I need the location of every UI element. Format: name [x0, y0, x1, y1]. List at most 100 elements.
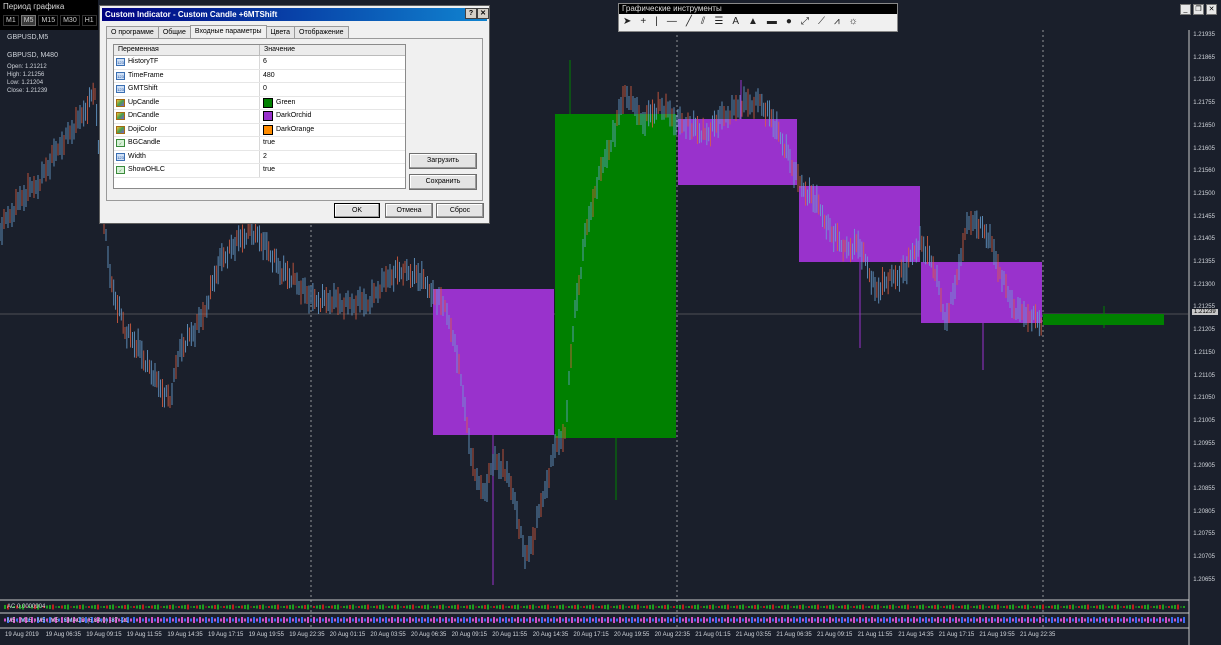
ok-button[interactable]: OK [334, 203, 380, 218]
restore-button[interactable]: ❐ [1193, 4, 1204, 15]
ac-bar [364, 605, 366, 609]
macd-bar [820, 618, 822, 622]
ac-bar [850, 606, 852, 608]
param-value[interactable]: DarkOrange [276, 124, 314, 137]
grid-row-bgcandle[interactable]: ✓ BGCandle true [114, 137, 405, 151]
cancel-button[interactable]: Отмена [385, 203, 433, 218]
fibo-fan-icon[interactable]: ⟋ [818, 16, 825, 27]
ac-bar [619, 605, 621, 609]
time-axis-label: 20 Aug 14:35 [532, 632, 569, 638]
macd-bar [256, 618, 258, 622]
param-value[interactable]: Green [276, 97, 295, 110]
vertical-line-icon[interactable]: | [655, 16, 658, 27]
macd-bar [220, 618, 222, 622]
macd-bar [913, 617, 915, 623]
ac-bar [367, 604, 369, 610]
ac-bar [271, 605, 273, 609]
arrow-icon[interactable]: ⤢ [801, 16, 809, 27]
ac-bar [70, 606, 72, 608]
param-value[interactable]: 0 [263, 83, 267, 96]
ac-bar [628, 606, 630, 608]
ac-bar [214, 605, 216, 609]
macd-bar [1093, 617, 1095, 623]
macd-bar [505, 617, 507, 623]
shapes-menu-icon[interactable]: ☼ [849, 16, 858, 27]
horizontal-line-icon[interactable]: — [667, 16, 677, 27]
cursor-icon[interactable]: ➤ [623, 16, 631, 27]
ac-bar [436, 605, 438, 609]
param-value[interactable]: 6 [263, 56, 267, 69]
ac-bar [901, 605, 903, 609]
ellipse-icon[interactable]: ● [786, 16, 792, 27]
macd-bar [424, 618, 426, 622]
channel-icon[interactable]: ⫽ [701, 16, 705, 27]
minimize-button[interactable]: _ [1180, 4, 1191, 15]
grid-row-width[interactable]: 123 Width 2 [114, 150, 405, 164]
ac-bar [277, 604, 279, 610]
macd-bar [1111, 617, 1113, 623]
grid-row-showohlc[interactable]: ✓ ShowOHLC true [114, 164, 405, 178]
crosshair-icon[interactable]: + [640, 16, 646, 27]
macd-bar [598, 618, 600, 622]
macd-bar [877, 617, 879, 623]
load-button[interactable]: Загрузить [409, 153, 477, 169]
macd-bar [895, 617, 897, 623]
ac-bar [592, 604, 594, 610]
grid-row-dncandle[interactable]: DnCandle DarkOrchid [114, 110, 405, 124]
macd-bar [1045, 617, 1047, 623]
time-axis-label: 19 Aug 17:15 [208, 632, 244, 638]
macd-bar [382, 618, 384, 622]
ac-bar [1126, 605, 1128, 609]
macd-bar [844, 618, 846, 622]
macd-bar [1159, 617, 1161, 623]
macd-bar [997, 617, 999, 623]
price-axis-label: 1.20655 [1193, 576, 1215, 583]
ac-bar [997, 604, 999, 610]
grid-row-timeframe[interactable]: 123 TimeFrame 480 [114, 69, 405, 83]
time-axis-label: 19 Aug 2019 [5, 632, 39, 638]
macd-bar [361, 617, 363, 623]
period-button-m5[interactable]: M5 [20, 15, 37, 26]
fibo-icon[interactable]: ☰ [714, 16, 723, 27]
period-button-m1[interactable]: M1 [3, 15, 19, 26]
trendline-icon[interactable]: ╱ [686, 16, 692, 27]
param-value[interactable]: 2 [263, 151, 267, 164]
macd-bar [529, 617, 531, 623]
grid-row-historytf[interactable]: 123 HistoryTF 6 [114, 56, 405, 70]
macd-bar [655, 617, 657, 623]
grid-row-upcandle[interactable]: UpCandle Green [114, 96, 405, 110]
ac-bar [739, 605, 741, 609]
close-chart-button[interactable]: ✕ [1206, 4, 1217, 15]
rectangle-icon[interactable]: ▬ [767, 16, 777, 27]
macd-bar [967, 617, 969, 623]
close-icon[interactable]: ✕ [477, 8, 489, 19]
ac-bar [127, 604, 129, 610]
param-value[interactable]: true [263, 137, 275, 150]
ac-bar [241, 605, 243, 609]
grid-row-gmtshift[interactable]: 123 GMTShift 0 [114, 83, 405, 97]
param-value[interactable]: true [263, 164, 275, 177]
param-value[interactable]: 480 [263, 70, 275, 83]
text-icon[interactable]: A [732, 16, 739, 27]
macd-bar [625, 617, 627, 623]
ac-bar [565, 606, 567, 608]
ac-bar [793, 606, 795, 608]
help-icon[interactable]: ? [465, 8, 477, 19]
reset-button[interactable]: Сброс [436, 203, 484, 218]
macd-bar [703, 617, 705, 623]
macd-bar [1030, 618, 1032, 622]
macd-bar [949, 617, 951, 623]
tab-inputs[interactable]: Входные параметры [189, 25, 267, 38]
macd-bar [961, 617, 963, 623]
grid-row-dojicolor[interactable]: DojiColor DarkOrange [114, 123, 405, 137]
save-button[interactable]: Сохранить [409, 174, 477, 190]
gann-icon[interactable]: ⩘ [834, 16, 840, 27]
param-value[interactable]: DarkOrchid [276, 110, 311, 123]
period-button-m30[interactable]: M30 [60, 15, 80, 26]
macd-bar [952, 618, 954, 622]
macd-bar [445, 617, 447, 623]
ac-bar [646, 605, 648, 609]
period-button-m15[interactable]: M15 [38, 15, 59, 26]
triangle-icon[interactable]: ▲ [748, 16, 758, 27]
period-button-h1[interactable]: H1 [81, 15, 97, 26]
